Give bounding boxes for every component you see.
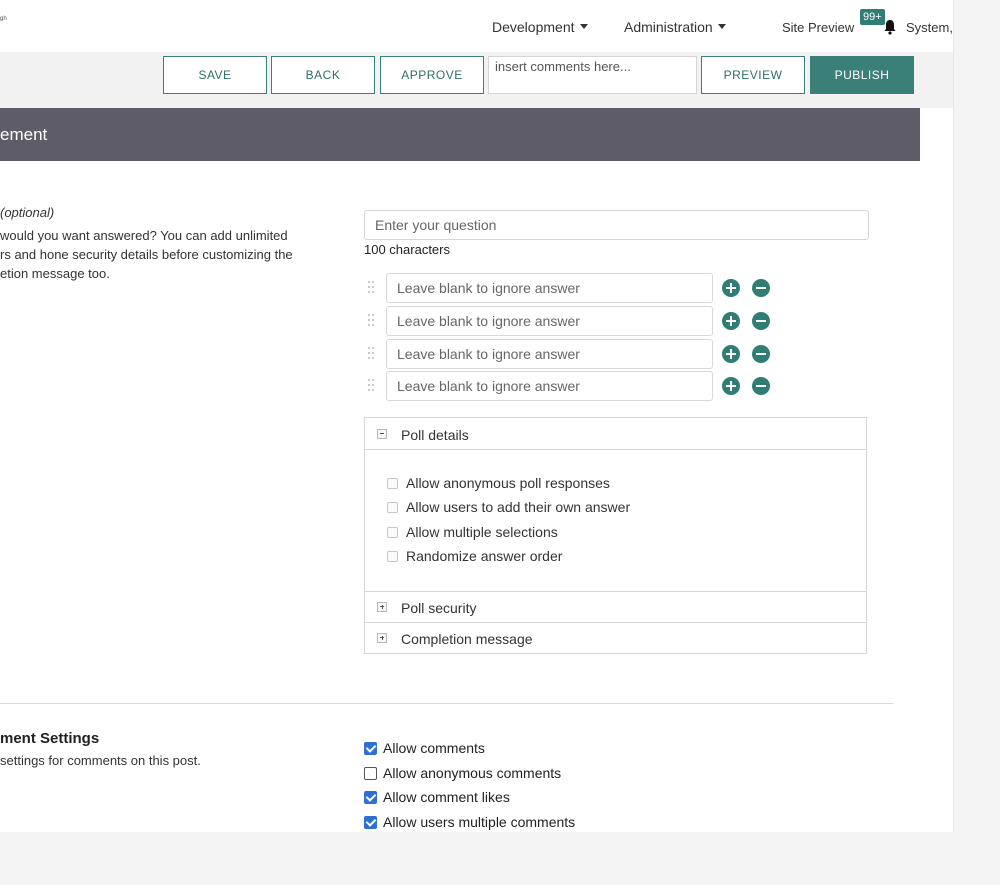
back-button[interactable]: BACK (271, 56, 375, 94)
notification-count-badge: 99+ (860, 9, 885, 25)
remove-answer-icon[interactable] (752, 345, 770, 363)
checkbox-checked[interactable] (364, 816, 377, 829)
comment-settings-title: ment Settings (0, 730, 100, 747)
allow-comments-option[interactable]: Allow comments (364, 740, 485, 756)
allow-comment-likes-option[interactable]: Allow comment likes (364, 789, 510, 805)
answer-row (364, 306, 784, 336)
expand-icon[interactable] (377, 633, 387, 643)
remove-answer-icon[interactable] (752, 312, 770, 330)
page: ᵍʰ Development Administration Site Previ… (0, 0, 953, 832)
comment-settings-description: settings for comments on this post. (0, 753, 201, 768)
nav-administration-label: Administration (624, 19, 713, 35)
checkbox-checked[interactable] (364, 791, 377, 804)
bell-icon[interactable] (883, 19, 897, 35)
nav-administration-menu[interactable]: Administration (624, 19, 726, 35)
caret-down-icon (717, 24, 726, 29)
poll-description: would you want answered? You can add unl… (0, 226, 320, 283)
add-answer-icon[interactable] (722, 279, 740, 297)
nav-development-menu[interactable]: Development (492, 19, 588, 35)
option-label: Allow comment likes (383, 789, 510, 805)
answer-input[interactable] (386, 371, 713, 401)
option-label: Allow users multiple comments (383, 814, 576, 830)
poll-settings-accordion: Poll details Allow anonymous poll respon… (364, 417, 867, 654)
checkbox[interactable] (387, 478, 398, 489)
collapse-icon[interactable] (377, 429, 387, 439)
checkbox[interactable] (387, 502, 398, 513)
drag-handle-icon[interactable] (368, 314, 376, 328)
approve-button[interactable]: APPROVE (380, 56, 484, 94)
logo[interactable]: ᵍʰ (0, 14, 7, 24)
section-title: ement (0, 125, 48, 144)
option-label: Allow anonymous comments (383, 765, 562, 781)
checkbox[interactable] (387, 551, 398, 562)
allow-anonymous-comments-option[interactable]: Allow anonymous comments (364, 765, 561, 781)
add-answer-icon[interactable] (722, 377, 740, 395)
checkbox-unchecked[interactable] (364, 767, 377, 780)
user-menu[interactable]: System, (906, 20, 953, 35)
poll-option-label: Randomize answer order (406, 548, 563, 564)
answer-row (364, 273, 784, 303)
poll-details-body: Allow anonymous poll responses Allow use… (365, 449, 866, 592)
comments-input[interactable] (488, 56, 697, 94)
poll-description-line: rs and hone security details before cust… (0, 247, 293, 262)
section-divider (0, 703, 893, 704)
poll-security-title: Poll security (401, 600, 477, 616)
completion-message-title: Completion message (401, 631, 533, 647)
publish-button[interactable]: PUBLISH (810, 56, 914, 94)
poll-description-line: would you want answered? You can add unl… (0, 228, 288, 243)
site-preview-link[interactable]: Site Preview (782, 20, 854, 35)
action-toolbar: SAVE BACK APPROVE PREVIEW PUBLISH (0, 52, 953, 108)
poll-option-label: Allow multiple selections (406, 524, 558, 540)
remove-answer-icon[interactable] (752, 279, 770, 297)
preview-button[interactable]: PREVIEW (701, 56, 805, 94)
poll-option-anonymous[interactable]: Allow anonymous poll responses (387, 475, 610, 491)
option-label: Allow comments (383, 740, 485, 756)
optional-label: (optional) (0, 205, 55, 220)
drag-handle-icon[interactable] (368, 281, 376, 295)
answer-input[interactable] (386, 339, 713, 369)
answer-input[interactable] (386, 306, 713, 336)
completion-message-header[interactable]: Completion message (365, 622, 866, 653)
nav-development-label: Development (492, 19, 575, 35)
save-button[interactable]: SAVE (163, 56, 267, 94)
poll-details-header[interactable]: Poll details (365, 418, 866, 449)
checkbox-checked[interactable] (364, 742, 377, 755)
caret-down-icon (579, 24, 588, 29)
answer-row (364, 339, 784, 369)
character-limit: 100 characters (364, 242, 450, 257)
expand-icon[interactable] (377, 602, 387, 612)
poll-option-randomize[interactable]: Randomize answer order (387, 548, 562, 564)
checkbox[interactable] (387, 527, 398, 538)
poll-security-header[interactable]: Poll security (365, 591, 866, 622)
poll-description-line: etion message too. (0, 266, 110, 281)
scroll-gutter (953, 0, 1000, 832)
drag-handle-icon[interactable] (368, 379, 376, 393)
answer-row (364, 371, 784, 401)
add-answer-icon[interactable] (722, 312, 740, 330)
poll-option-label: Allow users to add their own answer (406, 499, 631, 515)
question-input[interactable] (364, 210, 869, 240)
top-navigation: ᵍʰ Development Administration Site Previ… (0, 0, 953, 52)
answer-input[interactable] (386, 273, 713, 303)
section-header: ement (0, 108, 920, 161)
allow-multiple-comments-option[interactable]: Allow users multiple comments (364, 814, 575, 830)
add-answer-icon[interactable] (722, 345, 740, 363)
poll-details-title: Poll details (401, 427, 469, 443)
poll-option-multiple[interactable]: Allow multiple selections (387, 524, 558, 540)
poll-option-own-answer[interactable]: Allow users to add their own answer (387, 499, 630, 515)
drag-handle-icon[interactable] (368, 347, 376, 361)
remove-answer-icon[interactable] (752, 377, 770, 395)
poll-option-label: Allow anonymous poll responses (406, 475, 610, 491)
